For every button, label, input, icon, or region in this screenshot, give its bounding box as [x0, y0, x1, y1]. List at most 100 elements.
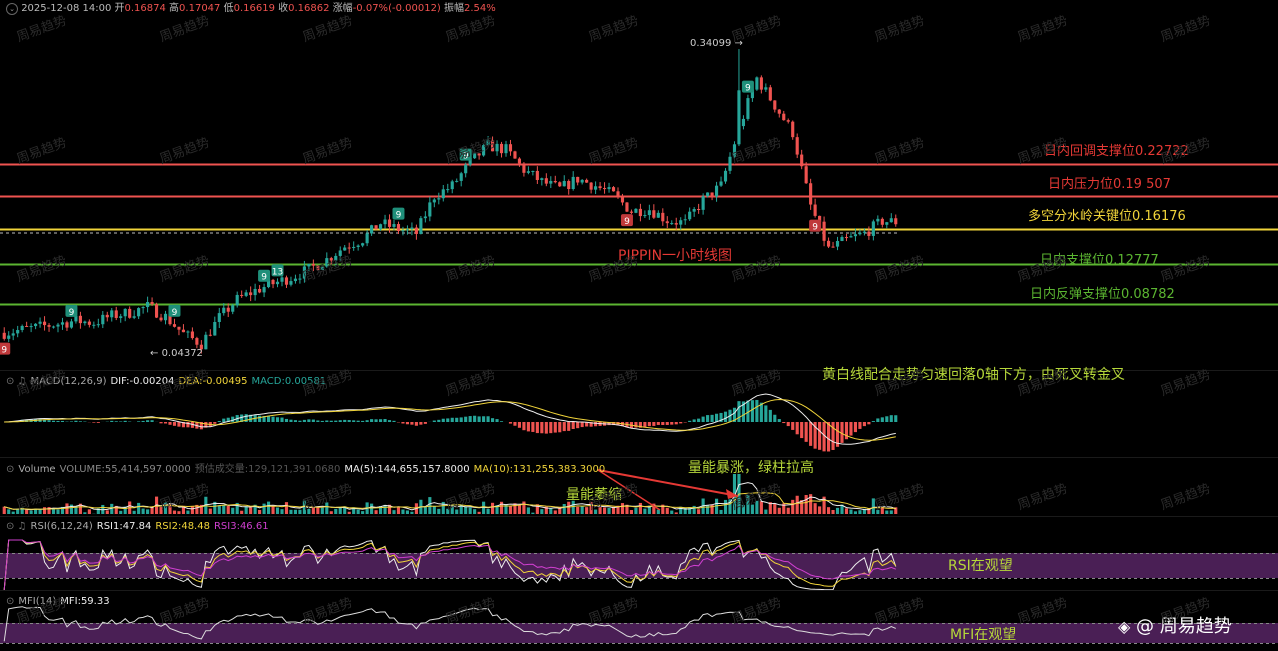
candle-body	[410, 227, 414, 230]
mfi-band	[0, 623, 1278, 643]
diamond-logo-icon: ◈	[1118, 617, 1131, 636]
candle-body	[298, 278, 302, 280]
candle-body	[42, 321, 47, 326]
open-label: 开	[114, 3, 125, 14]
candle-body	[858, 232, 862, 235]
candle-body	[146, 302, 150, 308]
candle-body	[374, 225, 378, 230]
candle-body	[137, 308, 141, 317]
candle-body	[464, 164, 468, 174]
candle-body	[589, 182, 593, 190]
candle-body	[656, 212, 660, 218]
candle-body	[670, 223, 674, 225]
candle-body	[392, 224, 396, 227]
candle-body	[499, 143, 504, 154]
candle-body	[204, 334, 208, 350]
candle-body	[284, 277, 289, 285]
candle-body	[571, 176, 575, 190]
volume-estimate: 预估成交量:129,121,391.0680	[194, 464, 341, 475]
candle-body	[213, 321, 217, 336]
candle-body	[549, 180, 553, 184]
candle-body	[759, 77, 763, 90]
candle-body	[594, 186, 598, 190]
candle-body	[441, 189, 445, 199]
td-marker-label: 9	[745, 84, 751, 94]
candle-body	[154, 304, 159, 318]
candle-body	[163, 313, 168, 321]
candle-body	[69, 321, 74, 328]
ohlc-datetime: 2025-12-08 14:00	[21, 3, 112, 14]
candle-body	[275, 281, 280, 285]
candle-body	[262, 287, 266, 293]
candle-body	[446, 189, 450, 191]
low-value: 0.16619	[233, 3, 275, 14]
candle-body	[674, 223, 678, 225]
candle-body	[20, 325, 24, 331]
candle-body	[741, 118, 746, 127]
candle-body	[620, 196, 625, 203]
candle-body	[195, 338, 199, 345]
td-marker-label: 9	[624, 217, 630, 227]
volume-collapse-icon[interactable]: ⊙	[6, 464, 14, 475]
candle-body	[710, 192, 714, 197]
candle-body	[894, 218, 898, 225]
candle-body	[826, 240, 831, 247]
candle-body	[29, 326, 33, 328]
candle-body	[844, 237, 849, 239]
chevron-icon[interactable]: ⌄	[6, 3, 18, 15]
candle-body	[643, 215, 647, 217]
candle-body	[544, 178, 548, 184]
candle-body	[383, 219, 387, 225]
candle-body	[101, 314, 105, 325]
candle-body	[159, 317, 163, 321]
candle-body	[51, 326, 56, 328]
candle-body	[786, 120, 790, 122]
low-price-mark: ← 0.04372	[150, 348, 203, 359]
td-marker-label: 13	[272, 267, 283, 277]
change-value: -0.07%(-0.00012)	[352, 3, 441, 14]
candle-body	[437, 198, 441, 200]
candle-body	[65, 322, 69, 328]
candle-body	[217, 313, 221, 322]
candle-body	[885, 222, 889, 225]
candle-body	[83, 321, 87, 324]
td-marker-label: 9	[261, 273, 267, 283]
close-label: 收	[278, 3, 289, 14]
candle-body	[791, 121, 795, 138]
candle-body	[683, 219, 687, 221]
open-value: 0.16874	[124, 3, 166, 14]
candle-body	[809, 183, 813, 205]
candle-body	[141, 307, 145, 309]
candle-body	[87, 321, 91, 325]
td-marker-label: 9	[1, 346, 7, 356]
rsi-collapse-icon[interactable]: ⊙ ♫	[6, 521, 27, 532]
high-price-value: 0.34099	[690, 38, 732, 49]
candle-body	[401, 230, 405, 232]
candle-body	[880, 218, 884, 225]
candle-body	[56, 324, 60, 327]
candle-body	[616, 191, 620, 197]
candle-body	[580, 179, 584, 183]
candle-body	[558, 182, 562, 187]
candle-body	[513, 151, 517, 159]
candle-body	[414, 227, 418, 234]
mfi-collapse-icon[interactable]: ⊙	[6, 596, 14, 607]
candle-body	[249, 292, 253, 296]
rsi-comment: RSI在观望	[948, 558, 1013, 574]
amplitude-label: 振幅	[444, 3, 465, 14]
candle-body	[853, 234, 858, 237]
candle-body	[128, 308, 132, 318]
candle-body	[638, 208, 642, 217]
candle-body	[347, 247, 351, 249]
candle-body	[405, 229, 410, 231]
candle-body	[208, 334, 212, 336]
candle-body	[598, 186, 602, 189]
volume-value: VOLUME:55,414,597.0000	[59, 464, 191, 475]
candle-body	[647, 210, 651, 216]
candle-body	[764, 87, 768, 90]
low-label: 低	[223, 3, 234, 14]
candle-body	[114, 310, 118, 318]
candle-body	[378, 224, 383, 230]
candle-body	[150, 302, 154, 305]
candle-body	[835, 241, 840, 247]
